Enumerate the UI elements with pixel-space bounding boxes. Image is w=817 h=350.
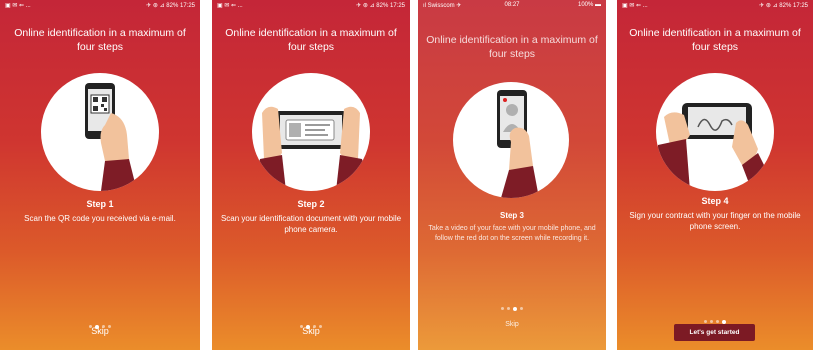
page-dot-active [513,306,517,311]
page-title: Online identification in a maximum of fo… [225,27,397,53]
step-description: Scan your identification document with y… [220,214,402,234]
onboarding-screen-step-3: ıl Swisscom ✈ 08:27 100% ▬ Online identi… [418,0,606,350]
page-dot [704,320,707,324]
page-dot [520,307,523,311]
qr-scan-illustration [41,73,159,191]
onboarding-screen-step-1: ▣ ✉ ⇐ ... ✈ ⊛ ⊿ 82% 17:25 Online identif… [0,0,200,350]
step-description: Scan the QR code you received via e-mail… [24,214,176,223]
status-right: ✈ ⊛ ⊿ 82% 17:25 [759,3,808,9]
page-title: Online identification in a maximum of fo… [629,27,801,53]
skip-button[interactable]: Skip [0,326,200,336]
selfie-video-illustration [453,82,569,198]
page-dot [710,320,713,324]
step-description: Take a video of your face with your mobi… [428,225,596,242]
status-right: ✈ ⊛ ⊿ 82% 17:25 [146,3,195,9]
onboarding-screen-step-4: ▣ ✉ ⇐ ... ✈ ⊛ ⊿ 82% 17:25 Online identif… [617,0,813,350]
document-scan-illustration [252,73,370,191]
skip-button[interactable]: Skip [418,321,606,328]
status-bar: ▣ ✉ ⇐ ... ✈ ⊛ ⊿ 82% 17:25 [212,0,410,10]
status-right: 100% ▬ [577,2,601,8]
onboarding-screen-step-2: ▣ ✉ ⇐ ... ✈ ⊛ ⊿ 82% 17:25 Online identif… [212,0,410,350]
status-left: ▣ ✉ ⇐ ... [622,3,648,9]
status-left: ▣ ✉ ⇐ ... [5,3,31,9]
status-bar: ▣ ✉ ⇐ ... ✈ ⊛ ⊿ 82% 17:25 [617,0,813,10]
step-description: Sign your contract with your finger on t… [629,211,801,231]
finger-signature-illustration [656,73,774,191]
page-dot [507,307,510,311]
page-dot [716,320,719,324]
page-dot [501,307,504,311]
page-title: Online identification in a maximum of fo… [426,34,598,60]
step-label: Step 2 [297,199,325,209]
status-bar: ıl Swisscom ✈ 08:27 100% ▬ [418,0,606,10]
status-right: ✈ ⊛ ⊿ 82% 17:25 [356,3,405,9]
step-label: Step 3 [499,211,524,220]
page-title: Online identification in a maximum of fo… [14,27,186,53]
skip-button[interactable]: Skip [212,326,410,336]
status-bar: ▣ ✉ ⇐ ... ✈ ⊛ ⊿ 82% 17:25 [0,0,200,10]
page-indicator [418,300,606,318]
step-label: Step 1 [86,199,114,209]
status-left: ▣ ✉ ⇐ ... [217,3,243,9]
lets-get-started-button[interactable]: Let's get started [674,324,755,341]
step-label: Step 4 [701,196,729,206]
